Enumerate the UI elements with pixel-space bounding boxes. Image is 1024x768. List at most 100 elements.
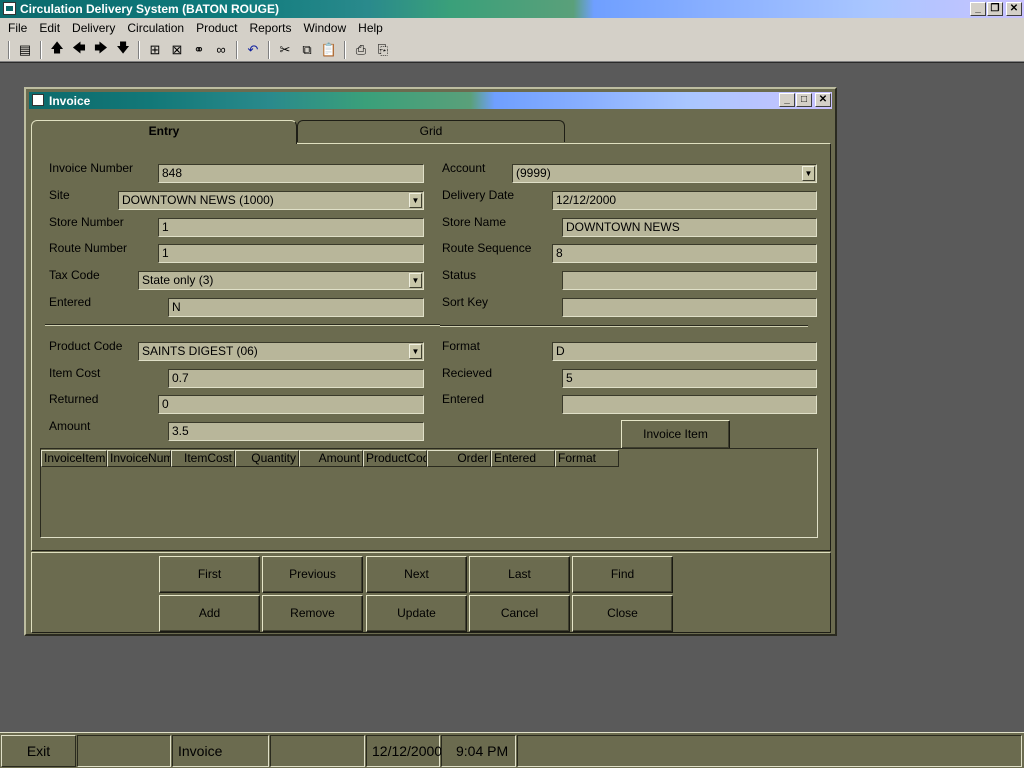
invoice-close-button[interactable]: ✕ [815,93,831,107]
delivery-date-field[interactable]: 12/12/2000 [552,191,817,210]
invoice-minimize-button[interactable]: _ [779,93,795,107]
menu-product[interactable]: Product [190,21,243,35]
store-name-field[interactable]: DOWNTOWN NEWS [562,218,817,237]
grid-header-row: InvoiceItemID InvoiceNum ItemCost Quanti… [41,450,619,467]
delete-record-icon[interactable]: ⊠ [166,40,188,60]
toolbar: ▤ 🡅 🡄 🡆 🡇 ⊞ ⊠ ⚭ ∞ ↶ ✂ ⧉ 📋 ⎙ ⎘ [0,38,1024,62]
status-field[interactable] [562,271,817,290]
item-entered-label: Entered [442,392,485,406]
menu-circulation[interactable]: Circulation [121,21,190,35]
store-name-label: Store Name [442,215,507,229]
site-combo[interactable]: DOWNTOWN NEWS (1000) ▼ [118,191,424,210]
tab-entry[interactable]: Entry [31,120,297,144]
print-icon[interactable]: ⎙ [350,40,372,60]
returned-field[interactable]: 0 [158,395,424,414]
add-button[interactable]: Add [159,595,260,632]
account-combo[interactable]: (9999) ▼ [512,164,817,183]
previous-button[interactable]: Previous [262,556,363,593]
route-number-field[interactable]: 1 [158,244,424,263]
entered-field[interactable]: N [168,298,424,317]
menu-window[interactable]: Window [297,21,352,35]
invoice-items-grid[interactable]: InvoiceItemID InvoiceNum ItemCost Quanti… [40,448,818,538]
route-sequence-field[interactable]: 8 [552,244,817,263]
invoice-window-icon [32,94,44,106]
grid-col-format[interactable]: Format [555,450,619,467]
grid-col-quantity[interactable]: Quantity [235,450,299,467]
sort-key-field[interactable] [562,298,817,317]
arrow-left-icon[interactable]: 🡄 [68,40,90,60]
binoculars-icon[interactable]: ∞ [210,40,232,60]
app-window-controls: _ ❐ ✕ [970,2,1022,16]
chevron-down-icon[interactable]: ▼ [409,193,422,208]
menu-bar: File Edit Delivery Circulation Product R… [0,18,1024,38]
invoice-number-field[interactable]: 848 [158,164,424,183]
cancel-button[interactable]: Cancel [469,595,570,632]
section-divider [45,324,440,326]
app-title-bar[interactable]: Circulation Delivery System (BATON ROUGE… [0,0,1024,18]
product-code-value: SAINTS DIGEST (06) [142,344,258,358]
chevron-down-icon[interactable]: ▼ [802,166,815,181]
cut-icon[interactable]: ✂ [274,40,296,60]
product-code-label: Product Code [49,339,123,353]
app-title: Circulation Delivery System (BATON ROUGE… [20,2,279,16]
product-code-combo[interactable]: SAINTS DIGEST (06) ▼ [138,342,424,361]
find-button[interactable]: Find [572,556,673,593]
recieved-field[interactable]: 5 [562,369,817,388]
undo-icon[interactable]: ↶ [242,40,264,60]
status-time: 9:04 PM [441,735,516,767]
copy-icon[interactable]: ⧉ [296,40,318,60]
format-field[interactable]: D [552,342,817,361]
invoice-title: Invoice [49,94,91,108]
update-button[interactable]: Update [366,595,467,632]
print-preview-icon[interactable]: ⎘ [372,40,394,60]
next-button[interactable]: Next [366,556,467,593]
menu-edit[interactable]: Edit [33,21,66,35]
grid-col-itemcost[interactable]: ItemCost [171,450,235,467]
status-active-window: Invoice [172,735,269,767]
account-value: (9999) [516,166,551,180]
item-entered-field[interactable] [562,395,817,414]
first-button[interactable]: First [159,556,260,593]
grid-col-amount[interactable]: Amount [299,450,363,467]
grid-col-invoicenum[interactable]: InvoiceNum [107,450,171,467]
menu-delivery[interactable]: Delivery [66,21,121,35]
exit-button[interactable]: Exit [1,735,76,767]
last-button[interactable]: Last [469,556,570,593]
arrow-down-icon[interactable]: 🡇 [112,40,134,60]
grid-col-entered[interactable]: Entered [491,450,555,467]
delivery-date-label: Delivery Date [442,188,515,202]
app-minimize-button[interactable]: _ [970,2,986,16]
status-panel-3 [270,735,365,767]
menu-reports[interactable]: Reports [243,21,297,35]
grid-col-order[interactable]: Order [427,450,491,467]
tax-code-combo[interactable]: State only (3) ▼ [138,271,424,290]
grid-col-invoiceitemid[interactable]: InvoiceItemID [41,450,107,467]
status-bar: Exit Invoice 12/12/2000 9:04 PM [0,732,1024,768]
grid-col-productcode[interactable]: ProductCode [363,450,427,467]
invoice-number-label: Invoice Number [49,161,134,175]
app-restore-button[interactable]: ❐ [987,2,1003,16]
add-record-icon[interactable]: ⊞ [144,40,166,60]
invoice-maximize-button[interactable]: □ [796,93,812,107]
chevron-down-icon[interactable]: ▼ [409,273,422,288]
app-close-button[interactable]: ✕ [1006,2,1022,16]
store-number-field[interactable]: 1 [158,218,424,237]
navigation-button-panel: First Previous Next Last Find Add Remove… [31,552,831,633]
tab-grid[interactable]: Grid [297,120,565,142]
chevron-down-icon[interactable]: ▼ [409,344,422,359]
menu-file[interactable]: File [2,21,33,35]
item-cost-field[interactable]: 0.7 [168,369,424,388]
save-icon[interactable]: ▤ [14,40,36,60]
arrow-right-icon[interactable]: 🡆 [90,40,112,60]
amount-field[interactable]: 3.5 [168,422,424,441]
arrow-up-icon[interactable]: 🡅 [46,40,68,60]
invoice-item-button[interactable]: Invoice Item [621,420,730,449]
find-icon[interactable]: ⚭ [188,40,210,60]
status-label: Status [442,268,477,282]
menu-help[interactable]: Help [352,21,389,35]
format-label: Format [442,339,481,353]
remove-button[interactable]: Remove [262,595,363,632]
close-button[interactable]: Close [572,595,673,632]
paste-icon[interactable]: 📋 [318,40,340,60]
invoice-title-bar[interactable]: Invoice _ □ ✕ [29,92,832,109]
